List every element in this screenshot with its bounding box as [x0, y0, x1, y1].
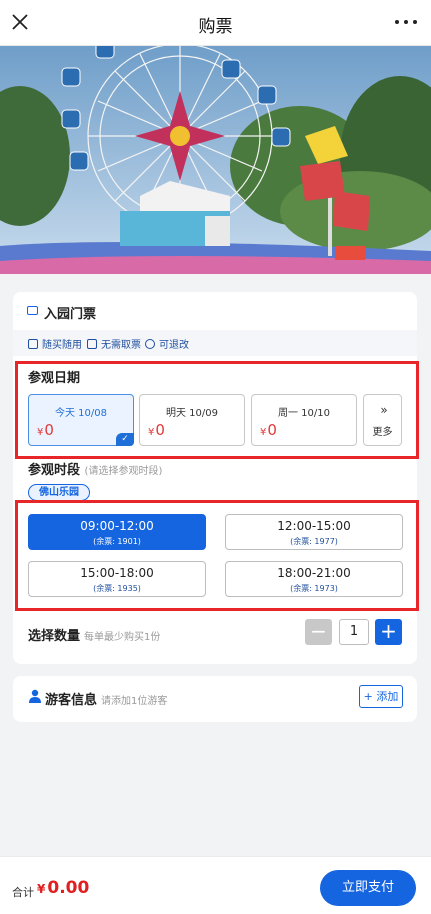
- park-hero-image: [0, 46, 431, 274]
- feature-label: 无需取票: [101, 340, 141, 351]
- quantity-decrease-button[interactable]: −: [305, 619, 332, 645]
- refund-icon: [145, 338, 155, 349]
- feature-label: 可退改: [159, 340, 189, 351]
- ticket-icon: [27, 306, 38, 315]
- visitor-info-label: 游客信息 请添加1位游客: [45, 693, 168, 708]
- more-options-icon[interactable]: [395, 12, 417, 32]
- park-tag[interactable]: 佛山乐园: [28, 484, 90, 501]
- pay-now-button[interactable]: 立即支付: [320, 870, 416, 906]
- quantity-label: 选择数量 每单最少购买1份: [28, 629, 161, 644]
- total-label: 合计: [12, 886, 34, 899]
- feature-item: 随买随用: [28, 336, 82, 351]
- visitor-info-hint: 请添加1位游客: [101, 696, 168, 707]
- checkout-bar: 合计 ¥0.00 立即支付: [0, 856, 431, 914]
- user-icon: [29, 689, 41, 703]
- clock-icon: [28, 338, 38, 349]
- feature-label: 随买随用: [42, 340, 82, 351]
- highlight-frame-date: [15, 361, 419, 459]
- top-bar: 购票: [0, 0, 431, 46]
- total-amount: ¥0.00: [37, 878, 90, 898]
- visitor-info-card: 游客信息 请添加1位游客 + 添加: [13, 676, 417, 722]
- feature-item: 无需取票: [87, 336, 141, 351]
- quantity-hint: 每单最少购买1份: [84, 632, 161, 643]
- ticket-header: 入园门票: [13, 292, 417, 330]
- add-visitor-button[interactable]: + 添加: [359, 685, 403, 708]
- visit-time-hint: (请选择参观时段): [84, 466, 163, 477]
- feature-item: 可退改: [145, 336, 189, 351]
- quantity-input[interactable]: 1: [339, 619, 369, 645]
- quantity-increase-button[interactable]: +: [375, 619, 402, 645]
- printer-icon: [87, 338, 97, 349]
- ticket-title: 入园门票: [44, 307, 97, 322]
- page-title: 购票: [198, 17, 233, 37]
- highlight-frame-time: [15, 500, 419, 611]
- ticket-features: 随买随用 无需取票 可退改: [13, 330, 417, 356]
- visit-time-label: 参观时段 (请选择参观时段): [28, 463, 163, 478]
